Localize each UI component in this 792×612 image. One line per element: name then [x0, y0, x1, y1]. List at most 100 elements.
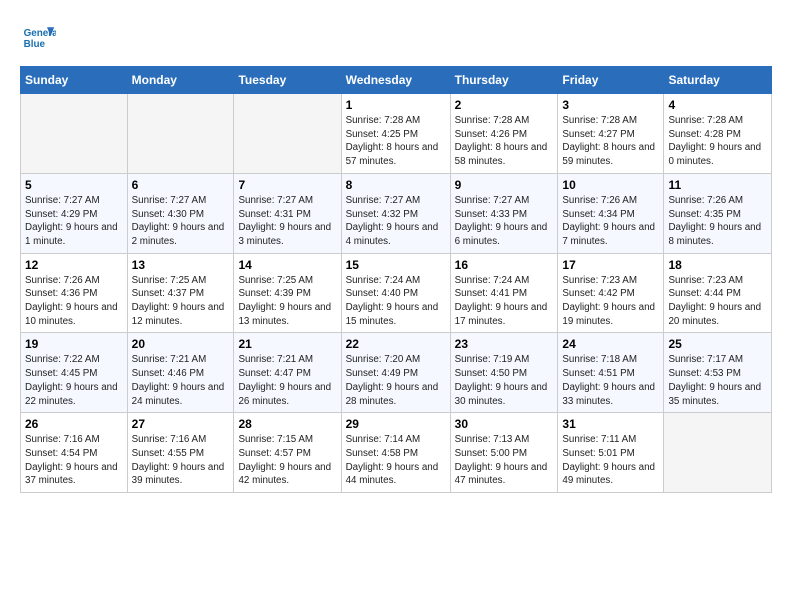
calendar-cell: 14 Sunrise: 7:25 AM Sunset: 4:39 PM Dayli…: [234, 253, 341, 333]
calendar-week-row: 26 Sunrise: 7:16 AM Sunset: 4:54 PM Dayli…: [21, 413, 772, 493]
calendar-cell: 11 Sunrise: 7:26 AM Sunset: 4:35 PM Dayli…: [664, 173, 772, 253]
header-wednesday: Wednesday: [341, 67, 450, 94]
calendar-cell: 19 Sunrise: 7:22 AM Sunset: 4:45 PM Dayli…: [21, 333, 128, 413]
day-info: Sunrise: 7:28 AM Sunset: 4:25 PM Dayligh…: [346, 114, 446, 169]
day-number: 25: [668, 337, 767, 351]
day-number: 19: [25, 337, 123, 351]
day-info: Sunrise: 7:24 AM Sunset: 4:41 PM Dayligh…: [455, 274, 554, 329]
calendar-cell: 2 Sunrise: 7:28 AM Sunset: 4:26 PM Daylig…: [450, 94, 558, 174]
day-info: Sunrise: 7:28 AM Sunset: 4:26 PM Dayligh…: [455, 114, 554, 169]
day-info: Sunrise: 7:15 AM Sunset: 4:57 PM Dayligh…: [238, 433, 336, 488]
calendar-cell: 25 Sunrise: 7:17 AM Sunset: 4:53 PM Dayli…: [664, 333, 772, 413]
calendar-cell: 1 Sunrise: 7:28 AM Sunset: 4:25 PM Daylig…: [341, 94, 450, 174]
calendar-cell: 9 Sunrise: 7:27 AM Sunset: 4:33 PM Daylig…: [450, 173, 558, 253]
day-number: 24: [562, 337, 659, 351]
calendar-cell: 27 Sunrise: 7:16 AM Sunset: 4:55 PM Dayli…: [127, 413, 234, 493]
day-number: 14: [238, 258, 336, 272]
calendar-cell: 30Sunrise: 7:13 AM Sunset: 5:00 PM Dayli…: [450, 413, 558, 493]
day-number: 10: [562, 178, 659, 192]
calendar-cell: 18 Sunrise: 7:23 AM Sunset: 4:44 PM Dayli…: [664, 253, 772, 333]
day-number: 2: [455, 98, 554, 112]
day-info: Sunrise: 7:27 AM Sunset: 4:29 PM Dayligh…: [25, 194, 123, 249]
day-info: Sunrise: 7:27 AM Sunset: 4:33 PM Dayligh…: [455, 194, 554, 249]
calendar-cell: 31 Sunrise: 7:11 AM Sunset: 5:01 PM Dayli…: [558, 413, 664, 493]
calendar-header-row: SundayMondayTuesdayWednesdayThursdayFrid…: [21, 67, 772, 94]
day-number: 3: [562, 98, 659, 112]
day-info: Sunrise: 7:17 AM Sunset: 4:53 PM Dayligh…: [668, 353, 767, 408]
logo: General Blue: [20, 20, 60, 56]
day-number: 31: [562, 417, 659, 431]
day-info: Sunrise: 7:26 AM Sunset: 4:35 PM Dayligh…: [668, 194, 767, 249]
day-number: 5: [25, 178, 123, 192]
day-number: 30: [455, 417, 554, 431]
calendar-cell: 21 Sunrise: 7:21 AM Sunset: 4:47 PM Dayli…: [234, 333, 341, 413]
day-info: Sunrise: 7:27 AM Sunset: 4:30 PM Dayligh…: [132, 194, 230, 249]
calendar-table: SundayMondayTuesdayWednesdayThursdayFrid…: [20, 66, 772, 493]
calendar-cell: 17Sunrise: 7:23 AM Sunset: 4:42 PM Dayli…: [558, 253, 664, 333]
calendar-cell: [127, 94, 234, 174]
calendar-cell: 6 Sunrise: 7:27 AM Sunset: 4:30 PM Daylig…: [127, 173, 234, 253]
day-number: 23: [455, 337, 554, 351]
calendar-cell: 24 Sunrise: 7:18 AM Sunset: 4:51 PM Dayli…: [558, 333, 664, 413]
calendar-cell: [234, 94, 341, 174]
calendar-cell: 20 Sunrise: 7:21 AM Sunset: 4:46 PM Dayli…: [127, 333, 234, 413]
day-number: 16: [455, 258, 554, 272]
calendar-cell: 22Sunrise: 7:20 AM Sunset: 4:49 PM Dayli…: [341, 333, 450, 413]
day-number: 28: [238, 417, 336, 431]
day-number: 26: [25, 417, 123, 431]
day-info: Sunrise: 7:20 AM Sunset: 4:49 PM Dayligh…: [346, 353, 446, 408]
header-saturday: Saturday: [664, 67, 772, 94]
day-number: 1: [346, 98, 446, 112]
calendar-cell: 10 Sunrise: 7:26 AM Sunset: 4:34 PM Dayli…: [558, 173, 664, 253]
day-info: Sunrise: 7:16 AM Sunset: 4:54 PM Dayligh…: [25, 433, 123, 488]
day-number: 8: [346, 178, 446, 192]
day-info: Sunrise: 7:23 AM Sunset: 4:44 PM Dayligh…: [668, 274, 767, 329]
day-number: 9: [455, 178, 554, 192]
svg-text:Blue: Blue: [24, 39, 46, 50]
day-number: 27: [132, 417, 230, 431]
day-info: Sunrise: 7:14 AM Sunset: 4:58 PM Dayligh…: [346, 433, 446, 488]
calendar-cell: 3 Sunrise: 7:28 AM Sunset: 4:27 PM Daylig…: [558, 94, 664, 174]
day-number: 15: [346, 258, 446, 272]
day-number: 6: [132, 178, 230, 192]
day-number: 18: [668, 258, 767, 272]
day-info: Sunrise: 7:18 AM Sunset: 4:51 PM Dayligh…: [562, 353, 659, 408]
calendar-cell: 7Sunrise: 7:27 AM Sunset: 4:31 PM Daylig…: [234, 173, 341, 253]
calendar-cell: 29 Sunrise: 7:14 AM Sunset: 4:58 PM Dayli…: [341, 413, 450, 493]
day-info: Sunrise: 7:23 AM Sunset: 4:42 PM Dayligh…: [562, 274, 659, 329]
day-info: Sunrise: 7:27 AM Sunset: 4:32 PM Dayligh…: [346, 194, 446, 249]
calendar-week-row: 1 Sunrise: 7:28 AM Sunset: 4:25 PM Daylig…: [21, 94, 772, 174]
calendar-cell: 8 Sunrise: 7:27 AM Sunset: 4:32 PM Daylig…: [341, 173, 450, 253]
logo-icon: General Blue: [20, 20, 56, 56]
day-info: Sunrise: 7:24 AM Sunset: 4:40 PM Dayligh…: [346, 274, 446, 329]
calendar-cell: 15 Sunrise: 7:24 AM Sunset: 4:40 PM Dayli…: [341, 253, 450, 333]
calendar-cell: [21, 94, 128, 174]
header-monday: Monday: [127, 67, 234, 94]
day-info: Sunrise: 7:26 AM Sunset: 4:36 PM Dayligh…: [25, 274, 123, 329]
day-number: 21: [238, 337, 336, 351]
day-info: Sunrise: 7:21 AM Sunset: 4:47 PM Dayligh…: [238, 353, 336, 408]
day-number: 29: [346, 417, 446, 431]
calendar-cell: 16 Sunrise: 7:24 AM Sunset: 4:41 PM Dayli…: [450, 253, 558, 333]
calendar-cell: 26 Sunrise: 7:16 AM Sunset: 4:54 PM Dayli…: [21, 413, 128, 493]
calendar-week-row: 19 Sunrise: 7:22 AM Sunset: 4:45 PM Dayli…: [21, 333, 772, 413]
day-info: Sunrise: 7:11 AM Sunset: 5:01 PM Dayligh…: [562, 433, 659, 488]
header-tuesday: Tuesday: [234, 67, 341, 94]
day-number: 4: [668, 98, 767, 112]
calendar-cell: 12Sunrise: 7:26 AM Sunset: 4:36 PM Dayli…: [21, 253, 128, 333]
day-info: Sunrise: 7:22 AM Sunset: 4:45 PM Dayligh…: [25, 353, 123, 408]
day-info: Sunrise: 7:16 AM Sunset: 4:55 PM Dayligh…: [132, 433, 230, 488]
day-info: Sunrise: 7:21 AM Sunset: 4:46 PM Dayligh…: [132, 353, 230, 408]
calendar-cell: 4Sunrise: 7:28 AM Sunset: 4:28 PM Daylig…: [664, 94, 772, 174]
calendar-cell: 5 Sunrise: 7:27 AM Sunset: 4:29 PM Daylig…: [21, 173, 128, 253]
header-thursday: Thursday: [450, 67, 558, 94]
day-number: 11: [668, 178, 767, 192]
page-header: General Blue: [20, 20, 772, 56]
day-number: 13: [132, 258, 230, 272]
day-info: Sunrise: 7:25 AM Sunset: 4:39 PM Dayligh…: [238, 274, 336, 329]
calendar-cell: [664, 413, 772, 493]
day-number: 20: [132, 337, 230, 351]
day-info: Sunrise: 7:26 AM Sunset: 4:34 PM Dayligh…: [562, 194, 659, 249]
calendar-week-row: 5 Sunrise: 7:27 AM Sunset: 4:29 PM Daylig…: [21, 173, 772, 253]
day-info: Sunrise: 7:28 AM Sunset: 4:27 PM Dayligh…: [562, 114, 659, 169]
